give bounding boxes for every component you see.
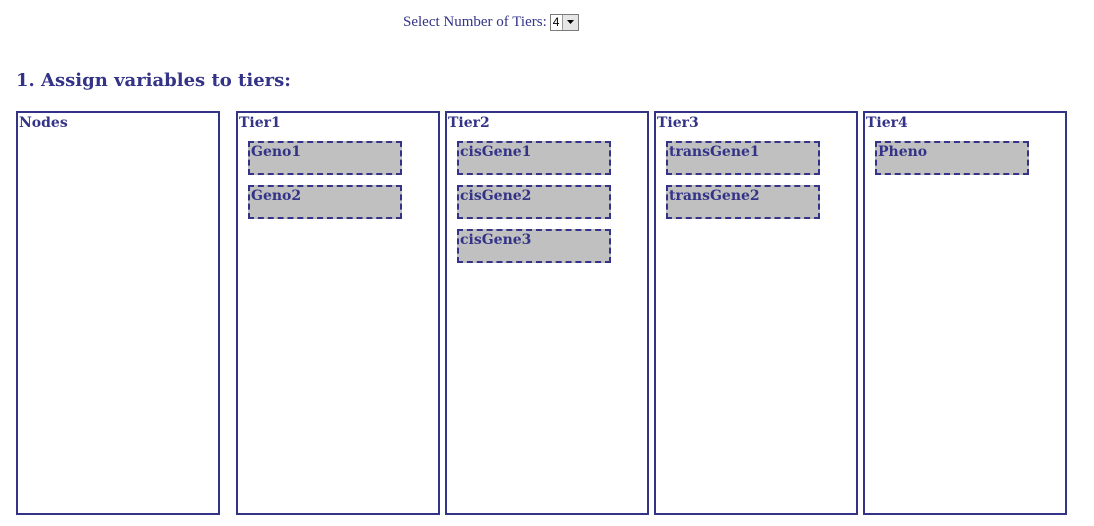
variable-item[interactable]: transGene2 xyxy=(666,185,820,219)
tier-column-4[interactable]: Tier4 Pheno xyxy=(863,111,1067,515)
tier-count-label: Select Number of Tiers: xyxy=(403,13,547,30)
variable-item[interactable]: Geno2 xyxy=(248,185,402,219)
variable-label: cisGene1 xyxy=(460,144,532,160)
tier-count-value: 4 xyxy=(552,14,560,29)
tier-count-selector-row: Select Number of Tiers: 4 xyxy=(403,12,580,32)
variable-label: cisGene2 xyxy=(460,188,532,204)
variable-label: Pheno xyxy=(878,144,928,160)
tier-count-select[interactable]: 4 xyxy=(549,13,580,31)
variable-item[interactable]: cisGene3 xyxy=(457,229,611,263)
column-title: Nodes xyxy=(19,115,68,131)
variable-item[interactable]: Geno1 xyxy=(248,141,402,175)
variable-label: Geno1 xyxy=(251,144,302,160)
column-title: Tier4 xyxy=(866,115,908,131)
variable-item[interactable]: cisGene1 xyxy=(457,141,611,175)
variable-label: Geno2 xyxy=(251,188,302,204)
tier-column-2[interactable]: Tier2 cisGene1 cisGene2 cisGene3 xyxy=(445,111,649,515)
chevron-down-glyph xyxy=(567,20,575,24)
variable-label: transGene1 xyxy=(669,144,760,160)
column-title: Tier2 xyxy=(448,115,490,131)
variable-label: transGene2 xyxy=(669,188,760,204)
variable-label: cisGene3 xyxy=(460,232,532,248)
variable-item[interactable]: cisGene2 xyxy=(457,185,611,219)
variable-item[interactable]: Pheno xyxy=(875,141,1029,175)
section-title: 1. Assign variables to tiers: xyxy=(16,70,291,91)
tier-column-1[interactable]: Tier1 Geno1 Geno2 xyxy=(236,111,440,515)
column-title: Tier3 xyxy=(657,115,699,131)
column-title: Tier1 xyxy=(239,115,281,131)
tier-column-3[interactable]: Tier3 transGene1 transGene2 xyxy=(654,111,858,515)
nodes-column[interactable]: Nodes xyxy=(16,111,220,515)
variable-item[interactable]: transGene1 xyxy=(666,141,820,175)
chevron-down-icon[interactable] xyxy=(562,14,579,30)
